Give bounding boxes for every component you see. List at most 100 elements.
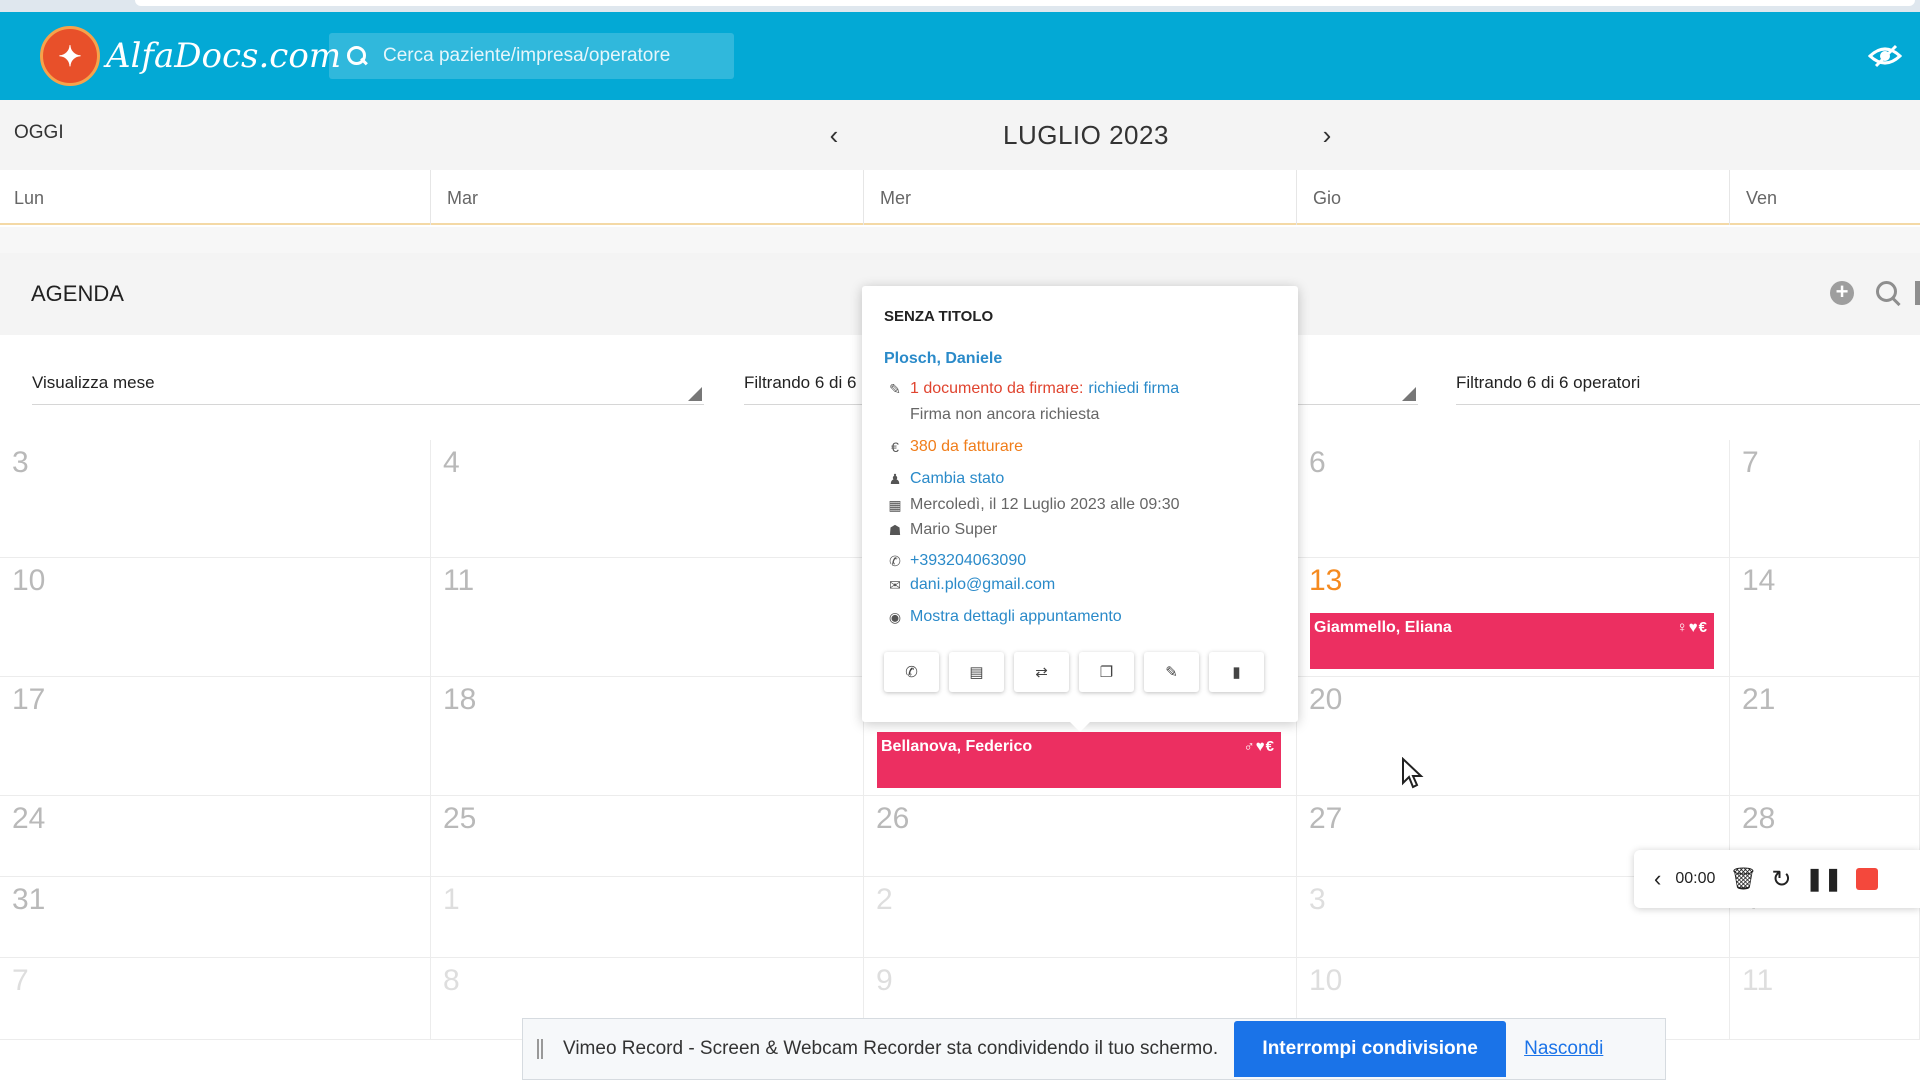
- event-patient-name: Giammello, Eliana: [1314, 619, 1452, 636]
- email-link[interactable]: dani.plo@gmail.com: [910, 576, 1055, 594]
- day-cell[interactable]: 4: [431, 440, 864, 558]
- operators-filter-select[interactable]: Filtrando 6 di 6 operatori: [1456, 373, 1920, 405]
- whatsapp-button[interactable]: ✆: [884, 652, 939, 692]
- agenda-title: AGENDA: [31, 281, 124, 306]
- phone-icon: ✆: [889, 552, 901, 569]
- day-cell-other-month[interactable]: 11: [1730, 958, 1920, 1040]
- day-number: 2: [876, 883, 893, 916]
- whatsapp-icon: ✆: [905, 664, 918, 681]
- operator-row: ☗ Mario Super: [884, 521, 997, 539]
- global-search[interactable]: [329, 33, 734, 79]
- details-row: ◉ Mostra dettagli appuntamento: [884, 608, 1122, 626]
- stop-recording-icon[interactable]: [1856, 868, 1879, 890]
- day-number: 11: [443, 564, 475, 597]
- drag-handle-icon[interactable]: [537, 1039, 543, 1059]
- day-number: 4: [443, 446, 460, 479]
- browser-top-strip: [0, 0, 1920, 12]
- day-cell[interactable]: 26: [864, 796, 1297, 877]
- patient-link[interactable]: Plosch, Daniele: [884, 350, 1002, 368]
- day-cell[interactable]: 14: [1730, 558, 1920, 677]
- screen-share-banner: Vimeo Record - Screen & Webcam Recorder …: [522, 1018, 1666, 1080]
- view-mode-select[interactable]: Visualizza mese: [32, 373, 704, 405]
- day-number: 18: [443, 683, 477, 716]
- divider: [863, 170, 864, 225]
- hide-banner-link[interactable]: Nascondi: [1524, 1038, 1603, 1060]
- signature-status: Firma non ancora richiesta: [910, 406, 1100, 423]
- weekday-wed: Mer: [880, 188, 911, 208]
- prev-month-button[interactable]: ‹: [822, 120, 846, 151]
- document-button[interactable]: ▤: [949, 652, 1004, 692]
- stop-sharing-button[interactable]: Interrompi condivisione: [1234, 1021, 1507, 1077]
- state-row: ♟ Cambia stato: [884, 470, 1005, 488]
- browser-tab-edge: [135, 0, 1915, 6]
- appointment-event[interactable]: Bellanova, Federico ♂♥€: [877, 732, 1281, 788]
- day-number: 7: [1742, 446, 1759, 479]
- trash-icon: ▮: [1232, 664, 1241, 681]
- day-cell[interactable]: 20: [1297, 677, 1730, 796]
- day-cell[interactable]: 18: [431, 677, 864, 796]
- weekday-thu: Gio: [1313, 188, 1342, 208]
- screen-recorder-widget: ‹ 00:00 🗑 ↻ ❚❚: [1634, 850, 1920, 908]
- month-navigation: OGGI ‹ LUGLIO 2023 ›: [0, 100, 1920, 170]
- operator-filter-select[interactable]: Filtrando 6 di 6: [744, 373, 864, 405]
- operator-icon: ☗: [888, 521, 902, 538]
- secondary-select[interactable]: [1298, 373, 1418, 405]
- day-cell-other-month[interactable]: 2: [864, 877, 1297, 958]
- change-state-link[interactable]: Cambia stato: [910, 470, 1004, 488]
- copy-button[interactable]: ❐: [1079, 652, 1134, 692]
- day-cell[interactable]: 3: [0, 440, 431, 558]
- logo[interactable]: ✦ AlfaDocs.com: [40, 26, 341, 86]
- search-input[interactable]: [383, 45, 723, 67]
- person-icon: ♟: [888, 470, 902, 487]
- operators-filter-value: Filtrando 6 di 6 operatori: [1456, 373, 1641, 392]
- day-cell[interactable]: 17: [0, 677, 431, 796]
- collapse-chevron-icon[interactable]: ‹: [1654, 866, 1661, 892]
- restart-icon[interactable]: ↻: [1771, 865, 1791, 894]
- menu-icon[interactable]: [1915, 281, 1920, 305]
- day-number: 14: [1742, 564, 1776, 597]
- day-cell[interactable]: 21: [1730, 677, 1920, 796]
- datetime-row: ▦ Mercoledì, il 12 Luglio 2023 alle 09:3…: [884, 496, 1180, 514]
- trash-icon[interactable]: 🗑: [1729, 866, 1757, 892]
- event-status-icons: ♂♥€: [1243, 738, 1275, 755]
- appointment-datetime: Mercoledì, il 12 Luglio 2023 alle 09:30: [910, 496, 1180, 513]
- email-icon: ✉: [889, 576, 901, 593]
- edit-button[interactable]: ✎: [1144, 652, 1199, 692]
- move-button[interactable]: ⇄: [1014, 652, 1069, 692]
- day-cell[interactable]: 11: [431, 558, 864, 677]
- pause-icon[interactable]: ❚❚: [1805, 866, 1842, 892]
- day-number: 27: [1309, 802, 1343, 835]
- amount-to-invoice[interactable]: 380 da fatturare: [910, 438, 1023, 456]
- phone-link[interactable]: +393204063090: [910, 552, 1026, 570]
- day-cell-other-month[interactable]: 7: [0, 958, 431, 1040]
- day-number: 3: [1309, 883, 1326, 916]
- day-cell[interactable]: 6: [1297, 440, 1730, 558]
- day-cell[interactable]: 10: [0, 558, 431, 677]
- day-cell-other-month[interactable]: 1: [431, 877, 864, 958]
- show-details-link[interactable]: Mostra dettagli appuntamento: [910, 608, 1122, 626]
- next-month-button[interactable]: ›: [1315, 120, 1339, 151]
- day-number: 21: [1742, 683, 1776, 716]
- delete-button[interactable]: ▮: [1209, 652, 1264, 692]
- today-button[interactable]: OGGI: [14, 122, 64, 144]
- day-cell[interactable]: 25: [431, 796, 864, 877]
- agenda-search-icon[interactable]: [1876, 281, 1902, 307]
- eye-icon: ◉: [888, 608, 902, 625]
- operator-filter-value: Filtrando 6 di 6: [744, 373, 857, 392]
- day-number: 1: [443, 883, 460, 916]
- appointment-event[interactable]: Giammello, Eliana ♀♥€: [1310, 613, 1714, 669]
- day-number: 24: [12, 802, 46, 835]
- day-number: 3: [12, 446, 29, 479]
- add-appointment-icon[interactable]: +: [1830, 281, 1854, 305]
- day-cell[interactable]: 7: [1730, 440, 1920, 558]
- request-signature-link[interactable]: richiedi firma: [1088, 380, 1179, 398]
- calendar-icon: ▦: [888, 496, 902, 513]
- dropdown-arrow-icon: [1402, 387, 1416, 401]
- privacy-eye-icon[interactable]: [1867, 44, 1903, 68]
- documents-row: ✎ 1 documento da firmare: richiedi firma: [884, 380, 1179, 398]
- day-cell[interactable]: 24: [0, 796, 431, 877]
- copy-icon: ❐: [1099, 664, 1114, 681]
- day-cell[interactable]: 31: [0, 877, 431, 958]
- share-message: Vimeo Record - Screen & Webcam Recorder …: [563, 1038, 1219, 1059]
- weekday-fri: Ven: [1746, 188, 1778, 208]
